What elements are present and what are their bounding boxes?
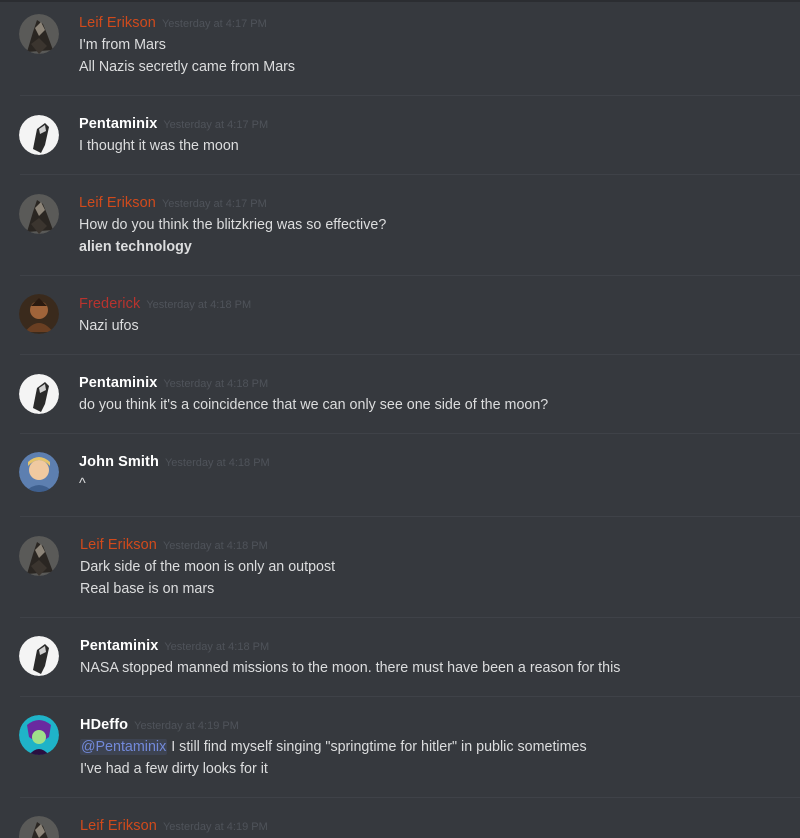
message-divider: [20, 174, 800, 175]
leif-erikson-avatar[interactable]: [19, 194, 59, 234]
message-divider: [20, 275, 800, 276]
message-header: Pentaminix Yesterday at 4:17 PM: [79, 115, 268, 133]
message-divider: [20, 696, 800, 697]
timestamp: Yesterday at 4:17 PM: [161, 18, 267, 30]
timestamp: Yesterday at 4:17 PM: [161, 198, 267, 210]
message-header: Leif Erikson Yesterday at 4:19 PM: [80, 817, 268, 835]
message-text: All Nazis secretly came from Mars: [79, 59, 296, 75]
message-divider: [20, 797, 800, 798]
message-header: Leif Erikson Yesterday at 4:17 PM: [79, 14, 267, 32]
username[interactable]: Pentaminix: [79, 375, 157, 391]
timestamp: Yesterday at 4:18 PM: [162, 540, 268, 552]
john-smith-avatar[interactable]: [19, 452, 59, 492]
message-header: Frederick Yesterday at 4:18 PM: [79, 295, 251, 313]
message-text-segment: I still find myself singing "springtime …: [167, 739, 587, 755]
username[interactable]: Frederick: [79, 296, 140, 312]
leif-erikson-avatar[interactable]: [19, 536, 59, 576]
username[interactable]: Leif Erikson: [80, 818, 157, 834]
message-divider: [20, 617, 800, 618]
hdeffo-avatar[interactable]: [19, 715, 59, 755]
message-divider: [20, 433, 800, 434]
username[interactable]: Pentaminix: [79, 116, 157, 132]
username[interactable]: Leif Erikson: [79, 195, 156, 211]
message-text: I thought it was the moon: [79, 138, 239, 154]
message-divider: [20, 95, 800, 96]
message-text: Real base is on mars: [80, 581, 215, 597]
message-text: NASA stopped manned missions to the moon…: [80, 660, 621, 676]
message-text: I've had a few dirty looks for it: [80, 761, 268, 777]
username[interactable]: HDeffo: [80, 717, 128, 733]
username[interactable]: John Smith: [79, 454, 159, 470]
frederick-avatar[interactable]: [19, 294, 59, 334]
message-header: John Smith Yesterday at 4:18 PM: [79, 453, 270, 471]
pentaminix-avatar[interactable]: [19, 636, 59, 676]
user-mention[interactable]: @Pentaminix: [80, 739, 168, 755]
chat-message-list[interactable]: Leif Erikson Yesterday at 4:17 PM I'm fro…: [0, 0, 800, 838]
message-text: I'm from Mars: [79, 37, 166, 53]
username[interactable]: Leif Erikson: [79, 15, 156, 31]
message-text: Dark side of the moon is only an outpost: [80, 559, 336, 575]
message-text-bold: alien technology: [79, 239, 192, 255]
timestamp: Yesterday at 4:18 PM: [164, 641, 270, 653]
timestamp: Yesterday at 4:18 PM: [164, 457, 270, 469]
leif-erikson-avatar[interactable]: [19, 14, 59, 54]
message-text: Nazi ufos: [79, 318, 139, 334]
username[interactable]: Leif Erikson: [80, 537, 157, 553]
message-header: Pentaminix Yesterday at 4:18 PM: [79, 374, 268, 392]
pentaminix-avatar[interactable]: [19, 115, 59, 155]
username[interactable]: Pentaminix: [80, 638, 158, 654]
message-header: Leif Erikson Yesterday at 4:18 PM: [80, 536, 268, 554]
message-text: ^: [79, 476, 86, 492]
timestamp: Yesterday at 4:18 PM: [146, 299, 252, 311]
timestamp: Yesterday at 4:19 PM: [162, 821, 268, 833]
message-header: HDeffo Yesterday at 4:19 PM: [80, 716, 239, 734]
leif-erikson-avatar[interactable]: [19, 816, 59, 838]
message-text: How do you think the blitzkrieg was so e…: [79, 217, 387, 233]
message-header: Pentaminix Yesterday at 4:18 PM: [80, 637, 269, 655]
timestamp: Yesterday at 4:19 PM: [134, 720, 239, 732]
pentaminix-avatar[interactable]: [19, 374, 59, 414]
message-divider: [20, 354, 800, 355]
message-divider: [20, 516, 800, 517]
timestamp: Yesterday at 4:18 PM: [163, 378, 269, 390]
message-text: @Pentaminix I still find myself singing …: [80, 739, 587, 755]
message-header: Leif Erikson Yesterday at 4:17 PM: [79, 194, 267, 212]
timestamp: Yesterday at 4:17 PM: [163, 119, 269, 131]
message-text: do you think it's a coincidence that we …: [79, 397, 549, 413]
